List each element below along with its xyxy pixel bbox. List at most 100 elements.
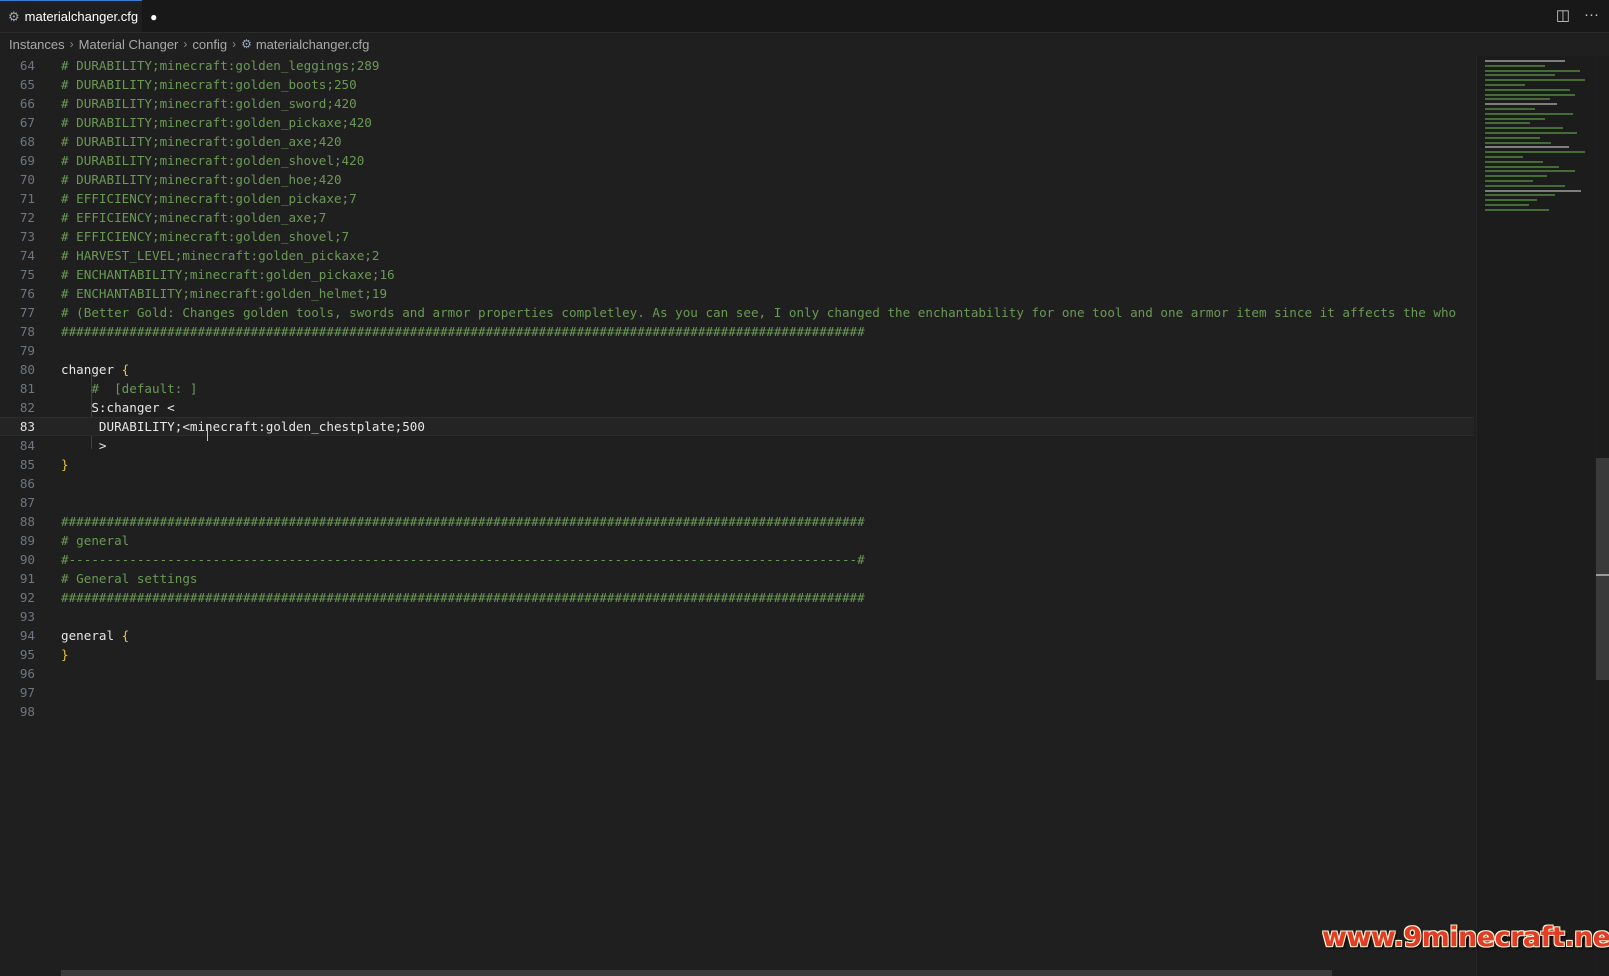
code-line[interactable]: 71 # EFFICIENCY;minecraft:golden_pickaxe;… [0, 189, 1474, 208]
minimap-line [1485, 141, 1551, 144]
code-line[interactable]: 95} [0, 645, 1474, 664]
line-text: # DURABILITY;minecraft:golden_leggings;2… [61, 58, 380, 73]
minimap-line [1485, 60, 1565, 62]
code-line[interactable]: 75 # ENCHANTABILITY;minecraft:golden_pick… [0, 265, 1474, 284]
line-number: 81 [19, 381, 35, 396]
code-line[interactable]: 74 # HARVEST_LEVEL;minecraft:golden_picka… [0, 246, 1474, 265]
line-number: 72 [19, 210, 35, 225]
line-text: # DURABILITY;minecraft:golden_axe;420 [61, 134, 342, 149]
code-line[interactable]: 86 [0, 474, 1474, 493]
split-editor-icon[interactable]: ◫ [1556, 6, 1570, 24]
code-line[interactable]: 78 ######################################… [0, 322, 1474, 341]
line-number: 96 [19, 666, 35, 681]
line-text: # EFFICIENCY;minecraft:golden_pickaxe;7 [61, 191, 357, 206]
scrollbar-cursor-marker [1596, 574, 1609, 576]
tab-materialchanger-cfg[interactable]: ⚙ materialchanger.cfg ● [0, 0, 157, 32]
open-brace: { [121, 362, 130, 377]
line-text: #---------------------------------------… [61, 552, 865, 567]
line-number: 71 [19, 191, 35, 206]
minimap-line [1485, 204, 1529, 206]
code-line[interactable]: 70 # DURABILITY;minecraft:golden_hoe;420 [0, 170, 1474, 189]
line-number: 67 [19, 115, 35, 130]
minimap-line [1485, 93, 1575, 96]
gear-icon: ⚙ [241, 37, 252, 51]
line-number: 73 [19, 229, 35, 244]
minimap-line [1485, 117, 1545, 120]
line-number: 65 [19, 77, 35, 92]
code-line[interactable]: 64 # DURABILITY;minecraft:golden_leggings… [0, 56, 1474, 75]
tab-bar: ⚙ materialchanger.cfg ● ◫ ··· [0, 0, 1609, 33]
line-number: 66 [19, 96, 35, 111]
line-number: 68 [19, 134, 35, 149]
line-text: DURABILITY;<minecraft:golden_chestplate;… [61, 419, 425, 434]
horizontal-scrollbar[interactable] [61, 970, 1332, 976]
minimap-line [1485, 151, 1585, 154]
vertical-scrollbar[interactable] [1596, 56, 1609, 976]
code-line[interactable]: 87 [0, 493, 1474, 512]
line-number: 89 [19, 533, 35, 548]
code-line[interactable]: 88 ######################################… [0, 512, 1474, 531]
line-text: ########################################… [61, 514, 865, 529]
line-number: 88 [19, 514, 35, 529]
line-number: 95 [19, 647, 35, 662]
code-editor[interactable]: 64 # DURABILITY;minecraft:golden_leggings… [0, 56, 1474, 976]
breadcrumb-item-config[interactable]: config [192, 37, 227, 52]
code-line[interactable]: 65 # DURABILITY;minecraft:golden_boots;25… [0, 75, 1474, 94]
line-number: 83 [19, 419, 35, 434]
line-number: 75 [19, 267, 35, 282]
line-number: 69 [19, 153, 35, 168]
code-line[interactable]: 89 # general [0, 531, 1474, 550]
code-line[interactable]: 81 # [default: ] [0, 379, 1474, 398]
code-line[interactable]: 66 # DURABILITY;minecraft:golden_sword;42… [0, 94, 1474, 113]
code-line[interactable]: 80 changer { [0, 360, 1474, 379]
line-text: # HARVEST_LEVEL;minecraft:golden_pickaxe… [61, 248, 380, 263]
line-text: # EFFICIENCY;minecraft:golden_shovel;7 [61, 229, 350, 244]
code-line[interactable]: 67 # DURABILITY;minecraft:golden_pickaxe;… [0, 113, 1474, 132]
breadcrumb-item-file[interactable]: materialchanger.cfg [256, 37, 369, 52]
code-line[interactable]: 91 # General settings [0, 569, 1474, 588]
scrollbar-thumb[interactable] [1596, 458, 1609, 680]
text-cursor [207, 424, 208, 441]
code-line[interactable]: 90 #-------------------------------------… [0, 550, 1474, 569]
code-line[interactable]: 93 [0, 607, 1474, 626]
code-line[interactable]: 68 # DURABILITY;minecraft:golden_axe;420 [0, 132, 1474, 151]
code-line[interactable]: 82 S:changer < [0, 398, 1474, 417]
minimap-line [1485, 79, 1585, 82]
line-text: # DURABILITY;minecraft:golden_pickaxe;42… [61, 115, 372, 130]
more-actions-icon[interactable]: ··· [1584, 6, 1599, 24]
code-line[interactable]: 98 [0, 702, 1474, 721]
line-text: > [61, 438, 107, 453]
minimap-line [1485, 64, 1545, 67]
line-text: # (Better Gold: Changes golden tools, sw… [61, 305, 1457, 320]
breadcrumb-item-instances[interactable]: Instances [9, 37, 65, 52]
minimap-line [1485, 184, 1565, 187]
code-line[interactable]: 97 [0, 683, 1474, 702]
line-text: # General settings [61, 571, 198, 586]
code-line[interactable]: 92 ######################################… [0, 588, 1474, 607]
line-text: } [61, 457, 69, 472]
line-number: 70 [19, 172, 35, 187]
code-line[interactable]: 94 general { [0, 626, 1474, 645]
code-line[interactable]: 69 # DURABILITY;minecraft:golden_shovel;4… [0, 151, 1474, 170]
code-line[interactable]: 76 # ENCHANTABILITY;minecraft:golden_helm… [0, 284, 1474, 303]
minimap-line [1485, 108, 1535, 110]
code-line[interactable]: 77 # (Better Gold: Changes golden tools, … [0, 303, 1474, 322]
minimap-line [1485, 98, 1550, 101]
code-line[interactable]: 96 [0, 664, 1474, 683]
breadcrumb-item-material-changer[interactable]: Material Changer [79, 37, 179, 52]
code-line[interactable]: 85} [0, 455, 1474, 474]
code-line[interactable]: 84 > [0, 436, 1474, 455]
minimap-line [1485, 127, 1563, 130]
minimap[interactable] [1476, 56, 1595, 976]
chevron-right-icon: › [232, 37, 237, 51]
code-line[interactable]: 83 DURABILITY;<minecraft:golden_chestpla… [0, 417, 1474, 436]
code-line[interactable]: 79 [0, 341, 1474, 360]
open-brace: { [121, 628, 130, 643]
minimap-line [1485, 103, 1557, 106]
code-line[interactable]: 72 # EFFICIENCY;minecraft:golden_axe;7 [0, 208, 1474, 227]
line-text: # DURABILITY;minecraft:golden_shovel;420 [61, 153, 365, 168]
line-text: # [default: ] [61, 381, 198, 396]
minimap-line [1485, 122, 1530, 125]
code-line[interactable]: 73 # EFFICIENCY;minecraft:golden_shovel;7 [0, 227, 1474, 246]
unsaved-dot-icon[interactable]: ● [150, 10, 157, 24]
